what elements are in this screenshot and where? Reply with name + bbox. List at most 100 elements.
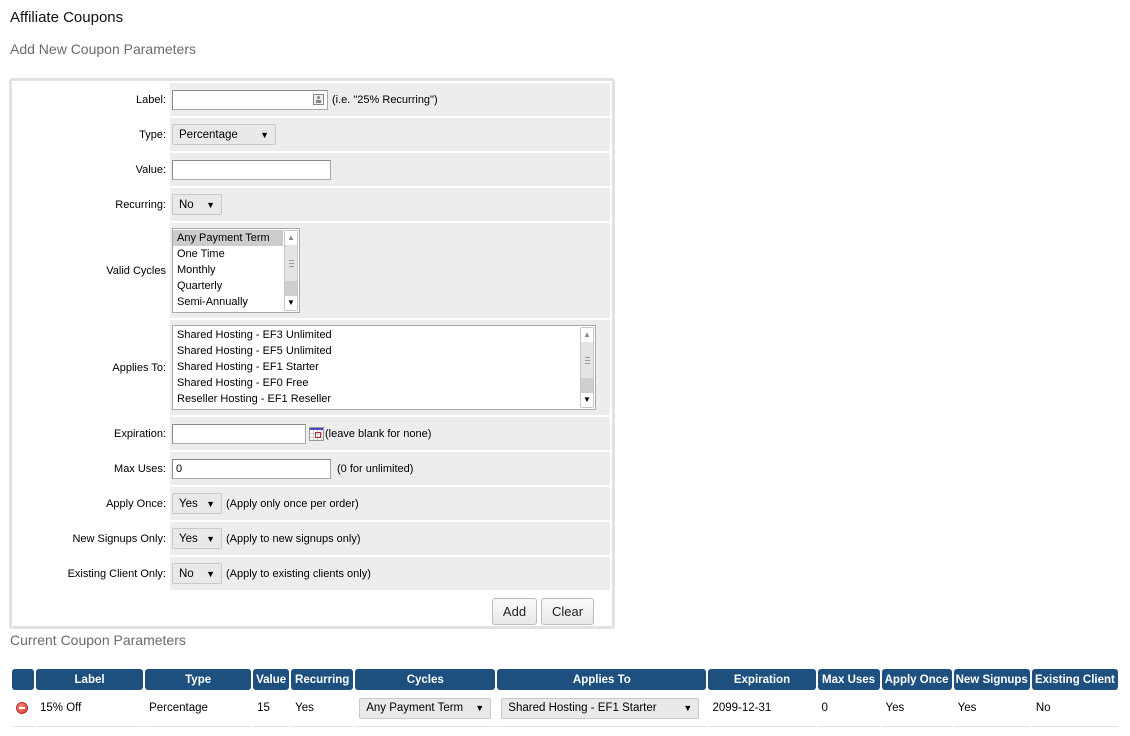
cell-new-signups: Yes <box>953 690 1030 727</box>
new-signups-hint: (Apply to new signups only) <box>226 532 361 545</box>
expiration-input[interactable] <box>172 423 306 444</box>
row-label: Label: (i.e. "25% Recurring") <box>14 83 610 116</box>
apply-once-label: Apply Once: <box>106 497 166 510</box>
recurring-select[interactable]: No ▼ <box>172 194 222 215</box>
table-header-row: Label Type Value Recurring Cycles Applie… <box>12 669 1118 690</box>
cycle-option[interactable]: Monthly <box>173 262 299 278</box>
new-signups-select[interactable]: Yes ▼ <box>172 528 222 549</box>
label-input[interactable] <box>172 89 328 110</box>
recurring-selected: No <box>179 198 194 211</box>
row-apply-once: Apply Once: Yes ▼ (Apply only once per or… <box>14 487 610 520</box>
calendar-icon[interactable] <box>309 426 324 441</box>
product-option[interactable]: Shared Hosting - EF0 Free <box>173 375 595 391</box>
value-input[interactable] <box>172 159 331 180</box>
expiration-label: Expiration: <box>114 427 166 440</box>
cell-max-uses: 0 <box>817 690 880 727</box>
cycle-option[interactable]: Semi-Annually <box>173 294 299 310</box>
scroll-up-icon[interactable]: ▲ <box>581 328 593 343</box>
col-header-max-uses: Max Uses <box>817 669 880 690</box>
scroll-thumb[interactable] <box>581 342 593 379</box>
max-uses-input[interactable] <box>172 458 331 479</box>
cycles-select[interactable]: Any Payment Term ▼ <box>359 697 492 719</box>
col-header-label: Label <box>36 669 144 690</box>
cell-recurring: Yes <box>291 690 354 727</box>
valid-cycles-label: Valid Cycles <box>106 264 166 277</box>
coupons-table: Label Type Value Recurring Cycles Applie… <box>10 669 1120 727</box>
contact-card-icon[interactable] <box>313 94 324 105</box>
cell-label: 15% Off <box>36 690 144 727</box>
chevron-down-icon: ▼ <box>260 129 269 140</box>
row-applies-to: Applies To: Shared Hosting - EF3 Unlimit… <box>14 320 610 415</box>
applies-to-select[interactable]: Shared Hosting - EF1 Starter ▼ <box>501 697 700 719</box>
add-button[interactable]: Add <box>492 598 537 625</box>
row-existing-client: Existing Client Only: No ▼ (Apply to exis… <box>14 557 610 590</box>
add-section-title: Add New Coupon Parameters <box>10 41 196 57</box>
row-value: Value: <box>14 153 610 186</box>
chevron-down-icon: ▼ <box>683 703 693 713</box>
cell-apply-once: Yes <box>881 690 952 727</box>
delete-icon[interactable] <box>16 701 28 714</box>
col-header-existing-client: Existing Client <box>1031 669 1118 690</box>
scroll-thumb[interactable] <box>285 245 297 282</box>
add-coupon-form: Label: (i.e. "25% Recurring") Type: Perc… <box>9 78 615 629</box>
cell-value: 15 <box>253 690 290 727</box>
existing-client-hint: (Apply to existing clients only) <box>226 567 371 580</box>
type-selected: Percentage <box>179 128 238 141</box>
col-header-new-signups: New Signups <box>953 669 1030 690</box>
expiration-hint: (leave blank for none) <box>325 427 432 440</box>
chevron-down-icon: ▼ <box>475 703 485 713</box>
col-header-apply-once: Apply Once <box>881 669 952 690</box>
cycle-option[interactable]: Quarterly <box>173 278 299 294</box>
row-new-signups: New Signups Only: Yes ▼ (Apply to new sig… <box>14 522 610 555</box>
col-header-applies-to: Applies To <box>497 669 707 690</box>
col-header-value: Value <box>253 669 290 690</box>
page-title: Affiliate Coupons <box>10 9 124 26</box>
applies-to-listbox[interactable]: Shared Hosting - EF3 Unlimited Shared Ho… <box>172 325 596 410</box>
cell-expiration: 2099-12-31 <box>708 690 816 727</box>
chevron-down-icon: ▼ <box>206 498 215 509</box>
new-signups-selected: Yes <box>179 532 198 545</box>
table-row: 15% Off Percentage 15 Yes Any Payment Te… <box>12 690 1118 727</box>
scroll-down-icon[interactable]: ▼ <box>285 295 297 310</box>
cycles-scrollbar[interactable]: ▲ ▼ <box>284 230 298 311</box>
chevron-down-icon: ▼ <box>206 199 215 210</box>
row-type: Type: Percentage ▼ <box>14 118 610 151</box>
label-label: Label: <box>136 93 166 106</box>
scroll-up-icon[interactable]: ▲ <box>285 231 297 246</box>
apply-once-select[interactable]: Yes ▼ <box>172 493 222 514</box>
col-header-type: Type <box>145 669 252 690</box>
chevron-down-icon: ▼ <box>206 568 215 579</box>
cell-type: Percentage <box>145 690 252 727</box>
existing-client-label: Existing Client Only: <box>67 567 166 580</box>
type-label: Type: <box>139 128 166 141</box>
col-header-expiration: Expiration <box>708 669 816 690</box>
applies-to-label: Applies To: <box>112 361 166 374</box>
chevron-down-icon: ▼ <box>206 533 215 544</box>
clear-button[interactable]: Clear <box>541 598 594 625</box>
new-signups-label: New Signups Only: <box>72 532 166 545</box>
current-section-title: Current Coupon Parameters <box>10 632 186 648</box>
product-option[interactable]: Reseller Hosting - EF1 Reseller <box>173 391 595 407</box>
product-option[interactable]: Shared Hosting - EF1 Starter <box>173 359 595 375</box>
type-select[interactable]: Percentage ▼ <box>172 124 276 145</box>
label-hint: (i.e. "25% Recurring") <box>332 93 438 106</box>
col-header-actions <box>12 669 35 690</box>
applies-to-scrollbar[interactable]: ▲ ▼ <box>580 327 594 408</box>
existing-client-selected: No <box>179 567 194 580</box>
product-option[interactable]: Shared Hosting - EF5 Unlimited <box>173 343 595 359</box>
row-max-uses: Max Uses: (0 for unlimited) <box>14 452 610 485</box>
cycle-option[interactable]: Any Payment Term <box>173 230 283 246</box>
product-option[interactable]: Shared Hosting - EF3 Unlimited <box>173 327 595 343</box>
applies-to-selected: Shared Hosting - EF1 Starter <box>508 702 657 714</box>
cycle-option[interactable]: One Time <box>173 246 299 262</box>
recurring-label: Recurring: <box>115 198 166 211</box>
scroll-down-icon[interactable]: ▼ <box>581 392 593 407</box>
value-label: Value: <box>135 163 166 176</box>
apply-once-selected: Yes <box>179 497 198 510</box>
row-expiration: Expiration: (leave blank for none) <box>14 417 610 450</box>
col-header-recurring: Recurring <box>291 669 354 690</box>
valid-cycles-listbox[interactable]: Any Payment Term One Time Monthly Quarte… <box>172 228 300 313</box>
cell-existing-client: No <box>1031 690 1118 727</box>
row-valid-cycles: Valid Cycles Any Payment Term One Time M… <box>14 223 610 318</box>
existing-client-select[interactable]: No ▼ <box>172 563 222 584</box>
